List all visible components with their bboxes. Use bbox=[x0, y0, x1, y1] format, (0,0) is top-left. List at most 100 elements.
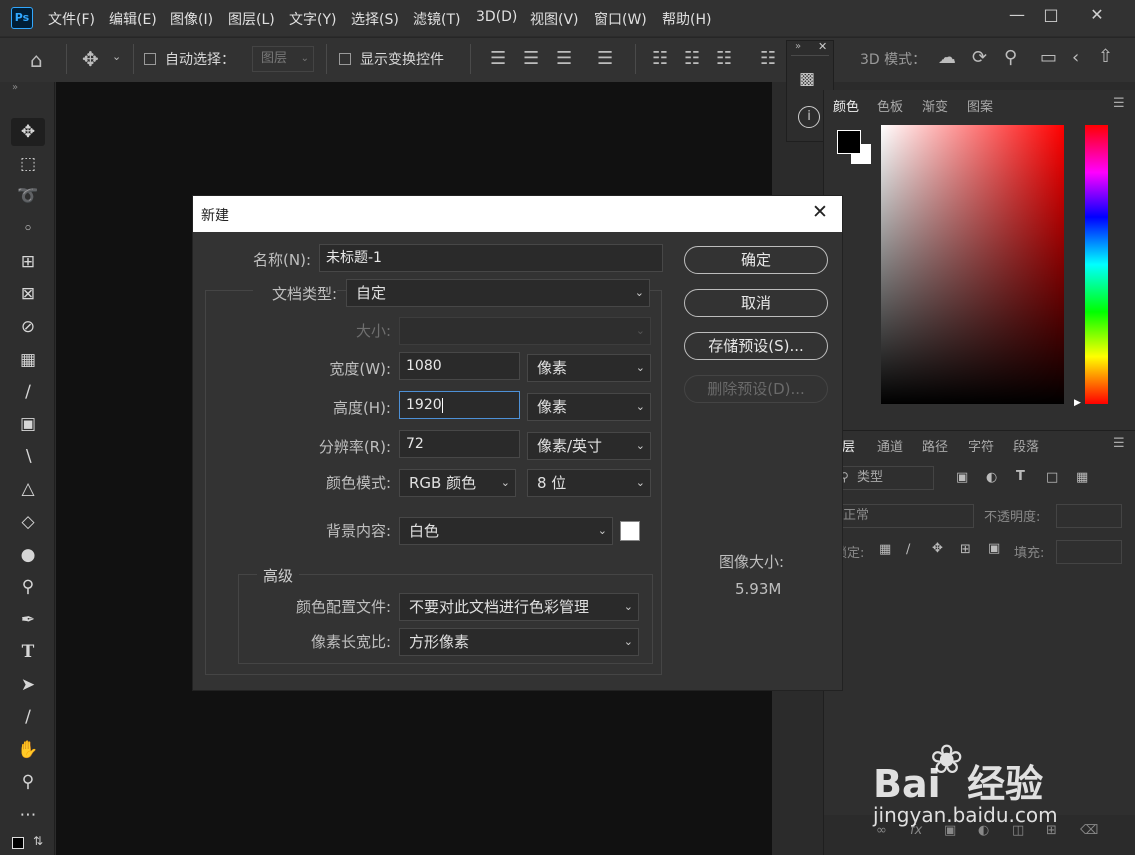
height-unit-dropdown[interactable]: 像素 ⌄ bbox=[527, 393, 651, 421]
lock-all-icon[interactable]: ▣ bbox=[988, 541, 1000, 556]
resolution-unit-dropdown[interactable]: 像素/英寸 ⌄ bbox=[527, 432, 651, 460]
width-input[interactable]: 1080 bbox=[399, 352, 520, 380]
move-tool-icon[interactable]: ✥ bbox=[82, 47, 99, 71]
filter-smart-object-icon[interactable]: ▦ bbox=[1076, 470, 1088, 485]
name-input[interactable]: 未标题-1 bbox=[319, 244, 663, 272]
layer-filter-dropdown[interactable]: 类型 bbox=[834, 466, 934, 490]
blend-mode-dropdown[interactable]: 正常 bbox=[834, 504, 974, 528]
dialog-close-icon[interactable]: ✕ bbox=[812, 201, 828, 223]
home-icon[interactable]: ⌂ bbox=[30, 48, 43, 72]
resolution-input[interactable]: 72 bbox=[399, 430, 520, 458]
hue-marker-icon[interactable]: ▶ bbox=[1074, 398, 1081, 408]
save-preset-button[interactable]: 存储预设(S)... bbox=[684, 332, 828, 360]
menu-file[interactable]: 文件(F) bbox=[48, 9, 95, 29]
saturation-brightness-picker[interactable] bbox=[881, 125, 1064, 404]
type-tool-icon[interactable]: T bbox=[11, 638, 45, 666]
auto-select-checkbox[interactable] bbox=[144, 53, 156, 65]
ok-button[interactable]: 确定 bbox=[684, 246, 828, 274]
lock-position-icon[interactable]: ✥ bbox=[932, 541, 943, 556]
tab-gradients[interactable]: 渐变 bbox=[922, 96, 948, 115]
pen-tool-icon[interactable]: ✒ bbox=[11, 606, 45, 634]
path-select-tool-icon[interactable]: ➤ bbox=[11, 671, 45, 699]
tab-paragraph[interactable]: 段落 bbox=[1013, 436, 1039, 455]
distribute-icon[interactable]: ☰ bbox=[597, 48, 613, 69]
filter-type-icon[interactable]: T bbox=[1016, 469, 1025, 484]
menu-window[interactable]: 窗口(W) bbox=[594, 9, 647, 29]
menu-help[interactable]: 帮助(H) bbox=[662, 9, 711, 29]
blur-tool-icon[interactable]: ● bbox=[11, 541, 45, 569]
cancel-button[interactable]: 取消 bbox=[684, 289, 828, 317]
color-swatches-icon[interactable] bbox=[12, 837, 24, 849]
bit-depth-dropdown[interactable]: 8 位 ⌄ bbox=[527, 469, 651, 497]
clone-stamp-tool-icon[interactable]: ▣ bbox=[11, 410, 45, 438]
info-icon[interactable]: i bbox=[798, 106, 820, 128]
zoom-tool-icon[interactable]: ⚲ bbox=[11, 768, 45, 796]
pixel-aspect-dropdown[interactable]: 方形像素 ⌄ bbox=[399, 628, 639, 656]
tab-character[interactable]: 字符 bbox=[968, 436, 994, 455]
align-center-icon[interactable]: ☰ bbox=[523, 48, 539, 69]
eyedropper-tool-icon[interactable]: ⊘ bbox=[11, 313, 45, 341]
document-type-dropdown[interactable]: 自定 ⌄ bbox=[346, 279, 650, 307]
fill-input[interactable] bbox=[1056, 540, 1122, 564]
menu-layer[interactable]: 图层(L) bbox=[228, 9, 275, 29]
color-mode-dropdown[interactable]: RGB 颜色 ⌄ bbox=[399, 469, 516, 497]
frame-tool-icon[interactable]: ⊠ bbox=[11, 280, 45, 308]
menu-image[interactable]: 图像(I) bbox=[170, 9, 213, 29]
dodge-tool-icon[interactable]: ⚲ bbox=[11, 573, 45, 601]
align-top-icon[interactable]: ☷ bbox=[652, 48, 668, 69]
show-transform-checkbox[interactable] bbox=[339, 53, 351, 65]
3d-cube-icon[interactable]: ▩ bbox=[799, 69, 815, 89]
panel-close-icon[interactable]: ✕ bbox=[818, 40, 827, 53]
hue-slider[interactable] bbox=[1085, 125, 1108, 404]
eraser-tool-icon[interactable]: △ bbox=[11, 475, 45, 503]
align-middle-icon[interactable]: ☷ bbox=[684, 48, 700, 69]
brush-tool-icon[interactable]: ∕ bbox=[11, 378, 45, 406]
panel-menu-icon[interactable]: ☰ bbox=[1113, 96, 1125, 111]
lock-artboard-icon[interactable]: ⊞ bbox=[960, 542, 971, 557]
quick-select-tool-icon[interactable]: ◦ bbox=[11, 215, 45, 243]
expand-icon[interactable]: » bbox=[795, 41, 801, 52]
menu-3d[interactable]: 3D(D) bbox=[476, 9, 517, 25]
tab-channels[interactable]: 通道 bbox=[877, 436, 903, 455]
opacity-input[interactable] bbox=[1056, 504, 1122, 528]
menu-filter[interactable]: 滤镜(T) bbox=[413, 9, 460, 29]
collapse-icon[interactable]: » bbox=[12, 82, 18, 93]
lock-brush-icon[interactable]: ∕ bbox=[906, 542, 910, 557]
menu-edit[interactable]: 编辑(E) bbox=[109, 9, 157, 29]
tab-patterns[interactable]: 图案 bbox=[967, 96, 993, 115]
lock-pixels-icon[interactable]: ▦ bbox=[879, 542, 891, 557]
tab-color[interactable]: 颜色 bbox=[833, 96, 859, 115]
align-right-icon[interactable]: ☰ bbox=[556, 48, 572, 69]
window-close-icon[interactable]: ✕ bbox=[1082, 4, 1112, 26]
layer-dropdown[interactable]: 图层 ⌄ bbox=[252, 46, 314, 72]
share-icon[interactable]: ⇧ bbox=[1098, 46, 1113, 67]
chevron-left-icon[interactable]: ‹ bbox=[1072, 47, 1079, 68]
tab-paths[interactable]: 路径 bbox=[922, 436, 948, 455]
3d-roll-icon[interactable]: ⟳ bbox=[972, 47, 987, 68]
distribute-vertical-icon[interactable]: ☷ bbox=[760, 48, 776, 69]
background-dropdown[interactable]: 白色 ⌄ bbox=[399, 517, 613, 545]
height-input[interactable]: 1920 bbox=[399, 391, 520, 419]
filter-pixel-icon[interactable]: ▣ bbox=[956, 470, 968, 485]
menu-select[interactable]: 选择(S) bbox=[351, 9, 399, 29]
healing-brush-tool-icon[interactable]: ▦ bbox=[11, 346, 45, 374]
crop-tool-icon[interactable]: ⊞ bbox=[11, 248, 45, 276]
search-icon[interactable]: ⚲ bbox=[1004, 47, 1017, 68]
move-tool-icon[interactable]: ✥ bbox=[11, 118, 45, 146]
minimize-icon[interactable]: — bbox=[1002, 4, 1032, 26]
marquee-tool-icon[interactable]: ⬚ bbox=[11, 150, 45, 178]
tab-swatches[interactable]: 色板 bbox=[877, 96, 903, 115]
paint-bucket-tool-icon[interactable]: ◇ bbox=[11, 508, 45, 536]
background-color-swatch[interactable] bbox=[620, 521, 640, 541]
align-bottom-icon[interactable]: ☷ bbox=[716, 48, 732, 69]
3d-orbit-icon[interactable]: ☁ bbox=[938, 47, 956, 68]
swap-colors-icon[interactable]: ⇅ bbox=[33, 834, 43, 848]
chevron-down-icon[interactable]: ⌄ bbox=[112, 50, 121, 63]
filter-adjustment-icon[interactable]: ◐ bbox=[986, 470, 997, 485]
color-profile-dropdown[interactable]: 不要对此文档进行色彩管理 ⌄ bbox=[399, 593, 639, 621]
more-tools-icon[interactable]: ⋯ bbox=[11, 801, 45, 829]
menu-view[interactable]: 视图(V) bbox=[530, 9, 579, 29]
foreground-color-swatch[interactable] bbox=[837, 130, 861, 154]
menu-type[interactable]: 文字(Y) bbox=[289, 9, 336, 29]
maximize-icon[interactable]: □ bbox=[1036, 4, 1066, 26]
